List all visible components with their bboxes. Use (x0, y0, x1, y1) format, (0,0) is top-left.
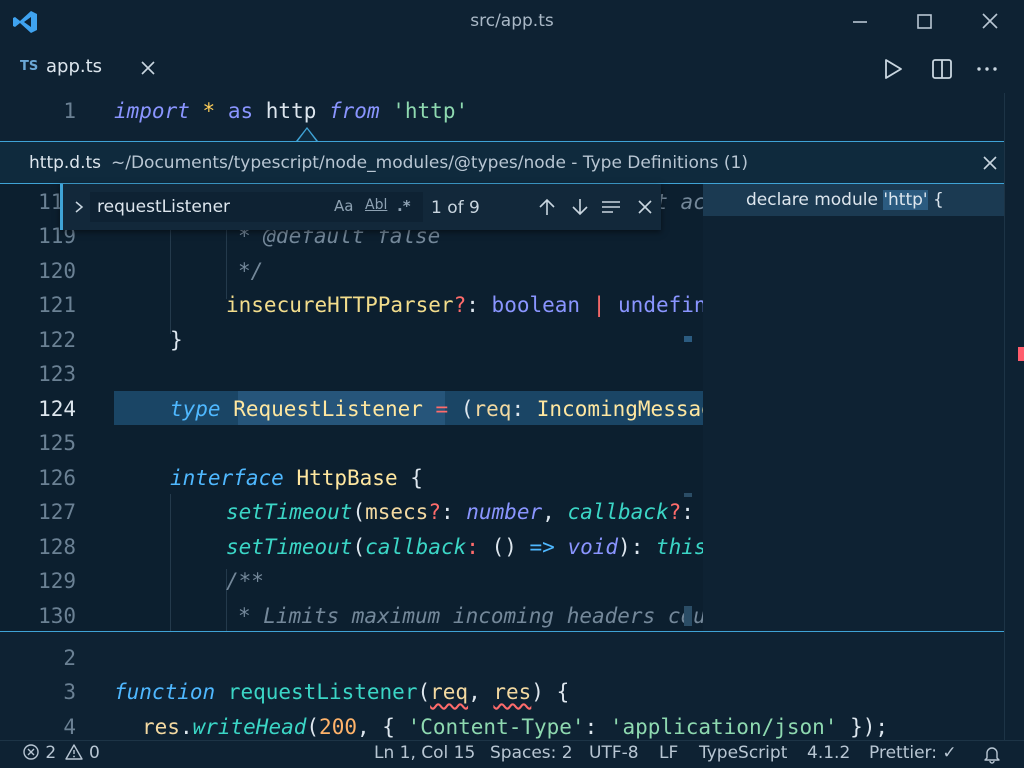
line-number: 1 (63, 99, 76, 123)
peek-close-icon[interactable] (979, 152, 1001, 174)
tab-app-ts[interactable]: TS app.ts (0, 44, 172, 93)
warning-icon (64, 744, 83, 760)
reference-text: declare module 'http' { (746, 190, 944, 210)
code-line-128[interactable]: setTimeout(callback: () => void): this; (226, 535, 703, 559)
minimap-marker (684, 493, 692, 497)
tab-close-icon[interactable] (137, 57, 159, 79)
match-whole-word-toggle[interactable]: Abl (365, 197, 387, 213)
peek-file-path: ~/Documents/typescript/node_modules/@typ… (111, 153, 748, 173)
end-of-line[interactable]: LF (659, 743, 678, 763)
error-count: 2 (45, 743, 57, 763)
more-actions-icon[interactable] (974, 56, 1000, 82)
find-close-icon[interactable] (633, 195, 657, 219)
code-line-4[interactable]: res.writeHead(200, { 'Content-Type': 'ap… (142, 715, 888, 739)
tab-bar: TS app.ts (0, 44, 1024, 93)
line-number: 126 (38, 466, 76, 490)
typescript-icon: TS (20, 59, 39, 74)
peek-arrow-inner (298, 129, 316, 141)
indentation[interactable]: Spaces: 2 (490, 743, 573, 763)
line-number: 125 (38, 431, 76, 455)
run-icon[interactable] (880, 56, 906, 82)
peek-references: declare module 'http' { (703, 184, 1004, 631)
code-line-1[interactable]: import * as http from 'http' (114, 99, 468, 123)
line-number: 127 (38, 500, 76, 524)
error-scroll-marker (1018, 347, 1024, 361)
code-line-120[interactable]: */ (238, 259, 263, 283)
match-case-toggle[interactable]: Aa (334, 197, 353, 215)
indent-guide (170, 494, 171, 631)
find-in-selection-icon[interactable] (599, 195, 623, 219)
warning-count: 0 (89, 743, 100, 763)
indent-guide (226, 224, 227, 299)
line-number-active: 124 (38, 397, 76, 421)
minimap-marker (684, 606, 692, 626)
typescript-version[interactable]: 4.1.2 (807, 743, 850, 763)
find-match-count: 1 of 9 (431, 198, 480, 218)
cursor-position[interactable]: Ln 1, Col 15 (374, 743, 475, 763)
line-number: 123 (38, 362, 76, 386)
line-number: 129 (38, 569, 76, 593)
peek-header: http.d.ts ~/Documents/typescript/node_mo… (0, 141, 1004, 184)
close-window-button[interactable] (975, 8, 1005, 36)
line-number: 130 (38, 604, 76, 628)
editor-bottom[interactable]: 2 3 4 function requestListener(req, res)… (0, 632, 1004, 740)
peek-file-name[interactable]: http.d.ts (29, 153, 101, 173)
reference-prefix: declare module (746, 190, 884, 210)
code-line-3[interactable]: function requestListener(req, res) { (114, 680, 569, 704)
next-match-icon[interactable] (568, 195, 592, 219)
regex-toggle[interactable]: .* (397, 197, 411, 215)
find-widget: Aa Abl .* 1 of 9 (60, 184, 661, 230)
tab-label: app.ts (46, 56, 103, 77)
problems-indicator[interactable]: 2 0 (22, 743, 100, 763)
language-mode[interactable]: TypeScript (699, 743, 787, 763)
prettier-status[interactable]: Prettier: ✓ (869, 743, 957, 763)
peek-editor[interactable]: 118 119 120 121 122 123 124 125 126 127 … (0, 184, 703, 631)
line-number: 120 (38, 259, 76, 283)
line-number: 122 (38, 328, 76, 352)
minimap-marker (684, 336, 692, 342)
peek-body: 118 119 120 121 122 123 124 125 126 127 … (0, 184, 1004, 632)
reference-suffix: { (927, 190, 944, 210)
split-editor-icon[interactable] (929, 56, 955, 82)
editor-top[interactable]: 1 import * as http from 'http' (0, 93, 1004, 141)
bell-icon[interactable] (982, 744, 1002, 764)
minimize-button[interactable] (845, 8, 875, 36)
vertical-scrollbar[interactable] (1004, 93, 1024, 740)
code-line-129[interactable]: /** (226, 569, 264, 593)
line-number: 128 (38, 535, 76, 559)
code-line-126[interactable]: interface HttpBase { (170, 466, 423, 490)
toggle-replace-chevron-icon[interactable] (71, 198, 87, 216)
code-line-121[interactable]: insecureHTTPParser?: boolean | undefined… (226, 293, 703, 317)
code-line-127[interactable]: setTimeout(msecs?: number, callback?: ()… (226, 500, 703, 524)
code-line-122[interactable]: } (170, 328, 183, 352)
previous-match-icon[interactable] (535, 195, 559, 219)
line-number: 121 (38, 293, 76, 317)
error-icon (23, 744, 39, 760)
code-line-130[interactable]: * Limits maximum incoming headers count. (238, 604, 703, 628)
code-line-124[interactable]: type RequestListener = (req: IncomingMes… (170, 397, 703, 421)
status-bar: 2 0 Ln 1, Col 15 Spaces: 2 UTF-8 LF Type… (0, 740, 1024, 768)
line-number: 3 (63, 680, 76, 704)
maximize-button[interactable] (909, 8, 939, 36)
line-number: 4 (63, 715, 76, 739)
encoding[interactable]: UTF-8 (589, 743, 639, 763)
reference-item[interactable]: declare module 'http' { (703, 184, 1004, 216)
title-bar: src/app.ts (0, 0, 1024, 44)
line-number: 2 (63, 646, 76, 670)
reference-highlight: 'http' (883, 190, 928, 210)
